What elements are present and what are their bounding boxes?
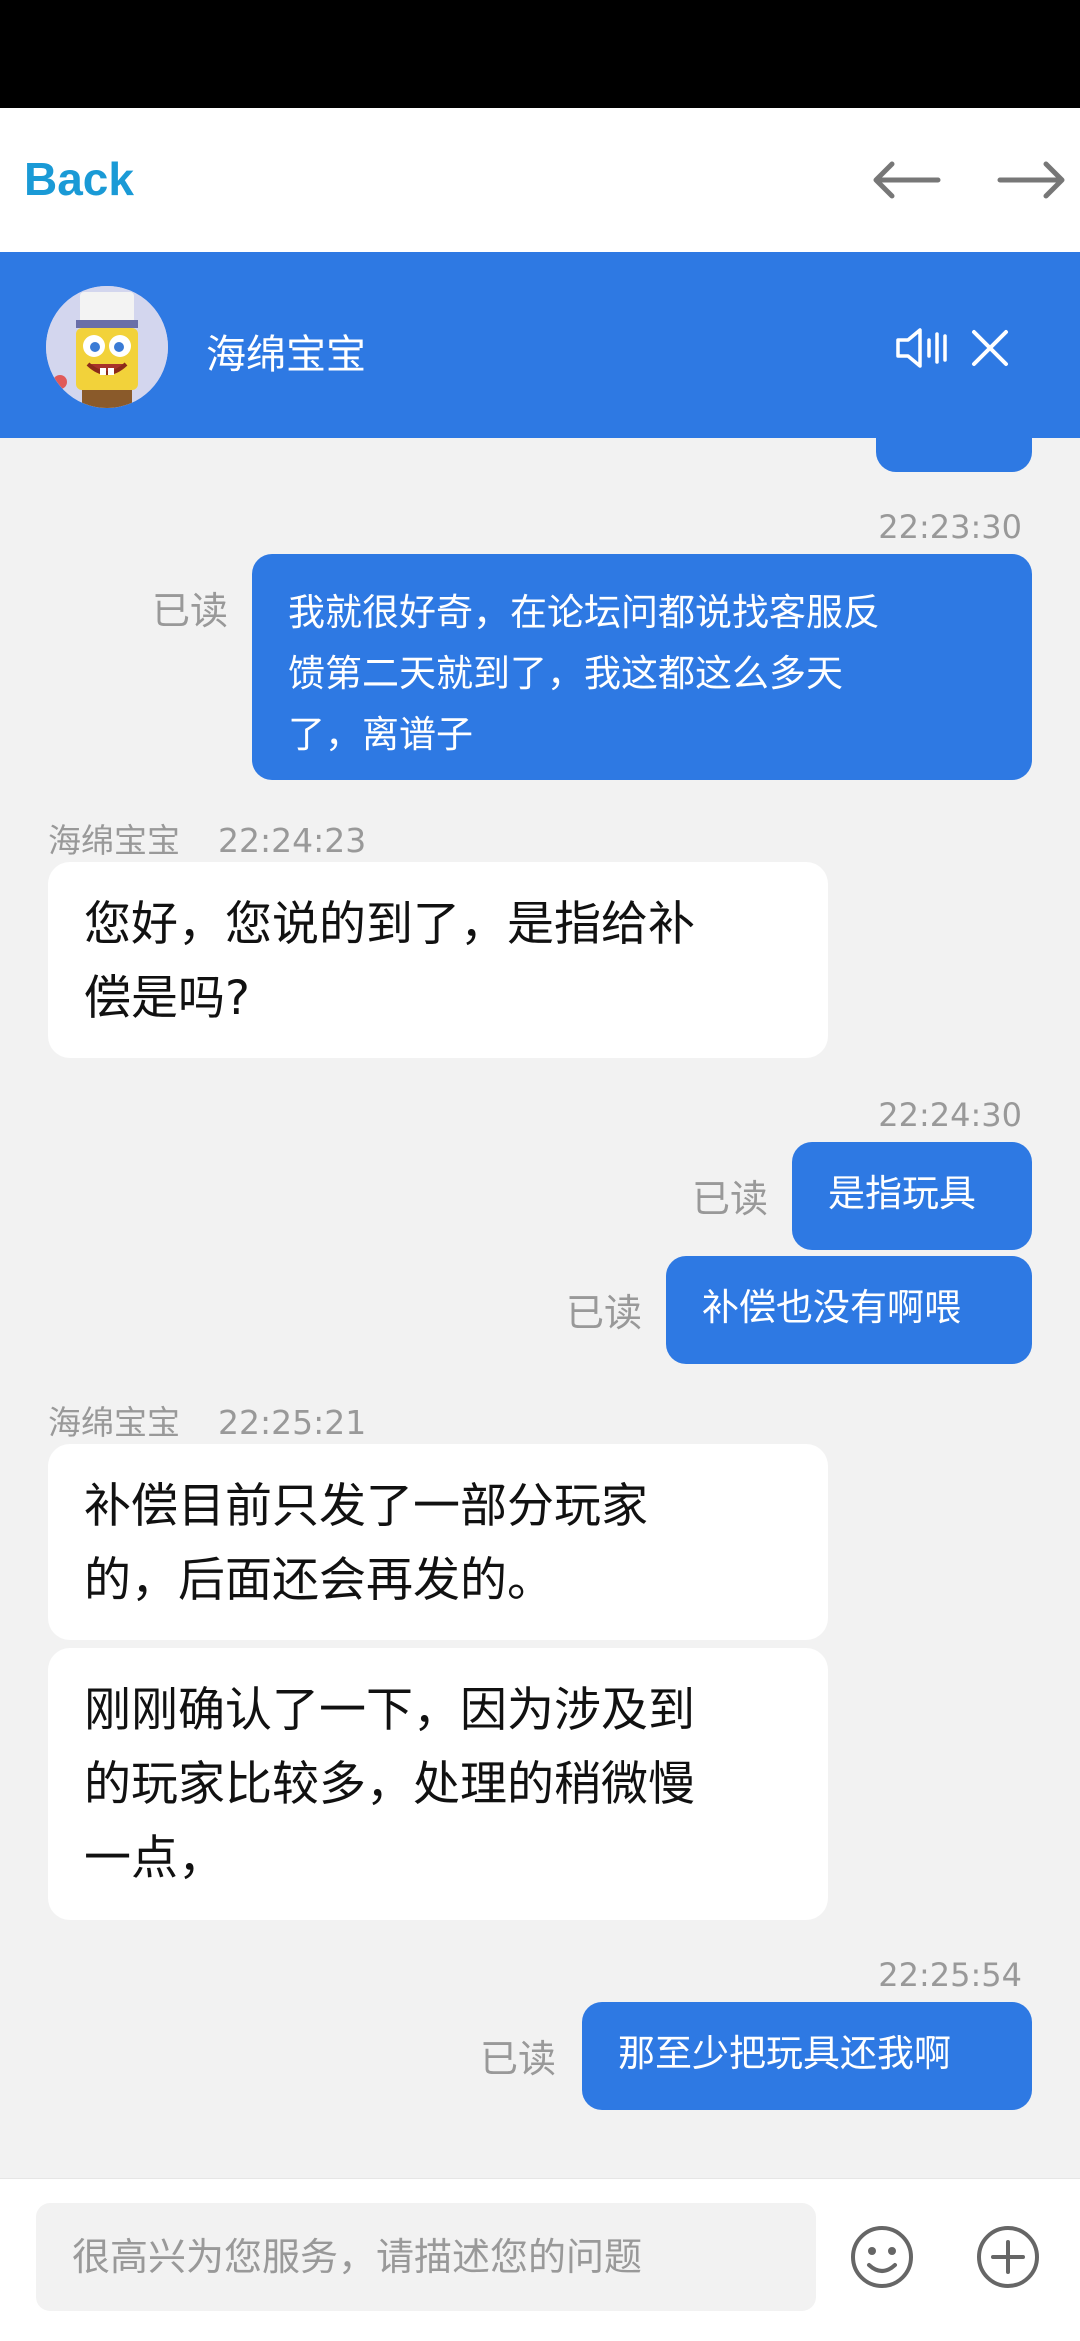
message-line: 的，后面还会再发的。	[84, 1553, 554, 1608]
arrow-right-icon[interactable]	[996, 150, 1068, 210]
message-bubble-outgoing: 我就很好奇，在论坛问都说找客服反 馈第二天就到了，我这都这么多天 了，离谱子	[252, 554, 1032, 780]
message-line: 补偿目前只发了一部分玩家	[84, 1479, 648, 1534]
message-bubble-incoming: 刚刚确认了一下，因为涉及到 的玩家比较多，处理的稍微慢 一点，	[48, 1648, 828, 1920]
message-input[interactable]	[36, 2203, 816, 2311]
message-line: 刚刚确认了一下，因为涉及到	[84, 1683, 695, 1738]
sender-name: 海绵宝宝	[48, 1403, 180, 1442]
emoji-icon[interactable]	[848, 2223, 916, 2291]
sender-name: 海绵宝宝	[48, 821, 180, 860]
arrow-left-icon[interactable]	[870, 150, 942, 210]
message-time: 22:23:30	[878, 508, 1022, 546]
add-icon[interactable]	[974, 2223, 1042, 2291]
message-line: 的玩家比较多，处理的稍微慢	[84, 1757, 695, 1812]
sender-info: 海绵宝宝 22:24:23	[48, 814, 366, 862]
status-bar	[0, 0, 1080, 108]
message-bubble-incoming: 您好，您说的到了，是指给补 偿是吗?	[48, 862, 828, 1058]
message-time: 22:24:30	[878, 1096, 1022, 1134]
message-time: 22:24:23	[218, 821, 367, 860]
agent-avatar	[46, 286, 168, 408]
read-receipt: 已读	[692, 1177, 769, 1221]
message-bubble-incoming: 补偿目前只发了一部分玩家 的，后面还会再发的。	[48, 1444, 828, 1640]
message-line: 馈第二天就到了，我这都这么多天	[288, 652, 843, 695]
back-button[interactable]: Back	[24, 152, 134, 206]
message-bubble-outgoing: 补偿也没有啊喂	[666, 1256, 1032, 1364]
close-icon[interactable]	[962, 320, 1018, 376]
read-receipt: 已读	[152, 589, 229, 633]
message-line: 偿是吗?	[84, 971, 250, 1026]
message-line: 了，离谱子	[288, 713, 473, 756]
message-bubble-outgoing: 那至少把玩具还我啊	[582, 2002, 1032, 2110]
message-line: 您好，您说的到了，是指给补	[84, 897, 695, 952]
message-bubble-outgoing: 是指玩具	[792, 1142, 1032, 1250]
message-list[interactable]: 22:23:30 已读 我就很好奇，在论坛问都说找客服反 馈第二天就到了，我这都…	[0, 438, 1080, 2178]
message-time: 22:25:54	[878, 1956, 1022, 1994]
agent-name: 海绵宝宝	[206, 332, 366, 378]
input-bar	[0, 2178, 1080, 2341]
nav-bar: Back	[0, 108, 1080, 252]
read-receipt: 已读	[480, 2037, 557, 2081]
message-time: 22:25:21	[218, 1403, 367, 1442]
sender-info: 海绵宝宝 22:25:21	[48, 1396, 366, 1444]
chat-header: 海绵宝宝	[0, 252, 1080, 438]
read-receipt: 已读	[566, 1291, 643, 1335]
message-line: 我就很好奇，在论坛问都说找客服反	[288, 591, 880, 634]
speaker-icon[interactable]	[892, 320, 948, 376]
message-line: 一点，	[84, 1831, 225, 1886]
message-bubble-partial	[876, 438, 1032, 472]
